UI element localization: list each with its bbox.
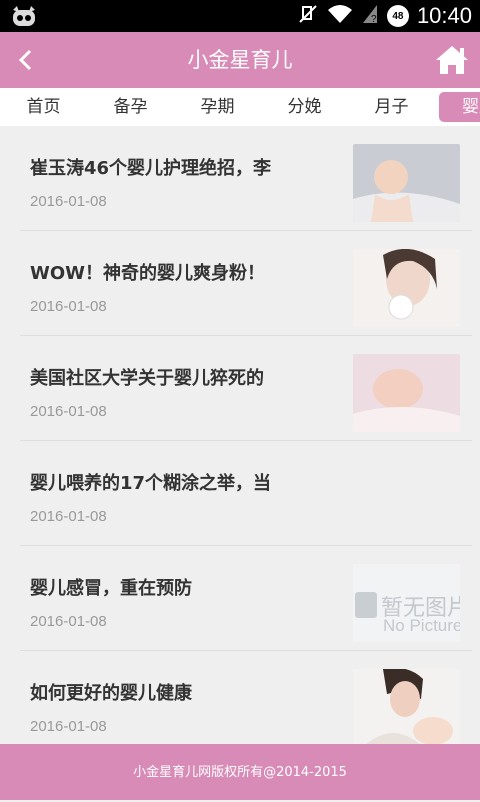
app-header: 小金星育儿 <box>0 32 480 88</box>
article-title: 婴儿喂养的17个糊涂之举，当 <box>30 473 272 494</box>
article-date: 2016-01-08 <box>30 403 107 420</box>
article-thumbnail <box>353 669 460 747</box>
list-item[interactable]: 婴儿喂养的17个糊涂之举，当 2016-01-08 <box>20 441 472 546</box>
article-date: 2016-01-08 <box>30 298 107 315</box>
tab-baby[interactable]: 婴儿 <box>439 92 480 122</box>
tab-pregnancy-prep[interactable]: 备孕 <box>87 88 174 126</box>
list-item[interactable]: 如何更好的婴儿健康 2016-01-08 <box>20 651 472 756</box>
status-time: 10:40 <box>416 3 472 28</box>
article-title: 崔玉涛46个婴儿护理绝招，李 <box>30 158 272 179</box>
home-icon <box>436 46 468 74</box>
category-tabs: 首页 备孕 孕期 分娩 月子 婴儿 <box>0 88 480 126</box>
article-date: 2016-01-08 <box>30 613 107 630</box>
list-item[interactable]: WOW！神奇的婴儿爽身粉！ 2016-01-08 <box>20 231 472 336</box>
article-title: WOW！神奇的婴儿爽身粉！ <box>30 263 266 284</box>
svg-text:?: ? <box>371 14 377 25</box>
back-button[interactable] <box>6 40 46 80</box>
battery-icon: 48 <box>386 5 409 27</box>
placeholder-text-en: No Picture <box>383 616 460 635</box>
chevron-left-icon <box>18 49 32 71</box>
article-date: 2016-01-08 <box>30 718 107 735</box>
status-bar: ? 48 10:40 <box>0 0 480 32</box>
tab-postpartum[interactable]: 月子 <box>348 88 435 126</box>
tab-childbirth[interactable]: 分娩 <box>261 88 348 126</box>
article-title: 如何更好的婴儿健康 <box>30 683 192 704</box>
article-thumbnail <box>353 144 460 222</box>
page-title: 小金星育儿 <box>187 48 293 72</box>
list-item[interactable]: 婴儿感冒，重在预防 2016-01-08 暂无图片 No Picture <box>20 546 472 651</box>
mute-icon <box>297 3 319 29</box>
article-title: 美国社区大学关于婴儿猝死的 <box>30 368 264 389</box>
tab-pregnancy[interactable]: 孕期 <box>174 88 261 126</box>
footer: 小金星育儿网版权所有@2014-2015 <box>0 744 480 800</box>
no-picture-placeholder: 暂无图片 No Picture <box>353 564 460 642</box>
article-title: 婴儿感冒，重在预防 <box>30 578 192 599</box>
article-list: 崔玉涛46个婴儿护理绝招，李 2016-01-08 WOW！神奇的婴儿爽身粉！ … <box>20 126 472 756</box>
signal-icon: ? <box>361 3 379 29</box>
list-item[interactable]: 美国社区大学关于婴儿猝死的 2016-01-08 <box>20 336 472 441</box>
list-item[interactable]: 崔玉涛46个婴儿护理绝招，李 2016-01-08 <box>20 126 472 231</box>
app-notification-icon <box>10 4 38 28</box>
article-date: 2016-01-08 <box>30 508 107 525</box>
tab-home[interactable]: 首页 <box>0 88 87 126</box>
home-button[interactable] <box>432 40 472 80</box>
article-thumbnail <box>353 354 460 432</box>
article-thumbnail <box>353 249 460 327</box>
status-icons: ? 48 10:40 <box>297 0 472 32</box>
copyright-text: 小金星育儿网版权所有@2014-2015 <box>133 765 347 780</box>
article-date: 2016-01-08 <box>30 193 107 210</box>
wifi-icon <box>327 3 353 29</box>
